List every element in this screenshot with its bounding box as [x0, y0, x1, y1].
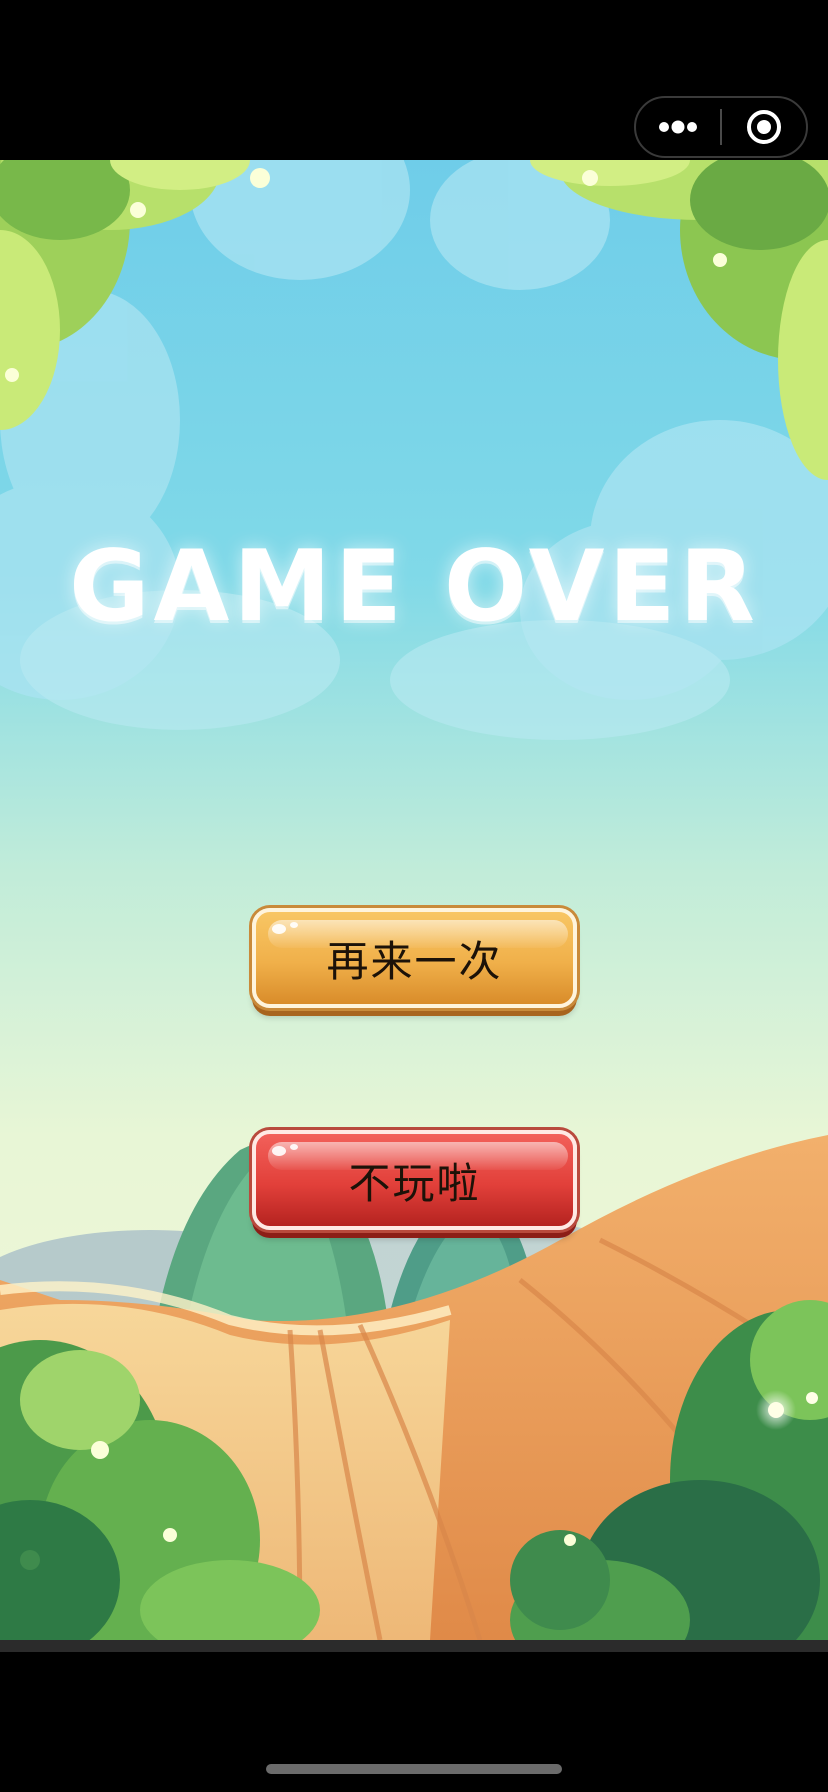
more-dots-icon: [659, 120, 697, 134]
quit-button[interactable]: 不玩啦: [252, 1130, 577, 1230]
quit-button-label: 不玩啦: [348, 1158, 481, 1208]
bottom-divider: [0, 1640, 828, 1652]
game-over-title: GAME OVER: [69, 530, 759, 644]
scenery-background: [0, 160, 828, 1640]
retry-button-label: 再来一次: [326, 936, 503, 986]
retry-button[interactable]: 再来一次: [252, 908, 577, 1008]
target-record-icon: [747, 110, 781, 144]
close-button[interactable]: [722, 98, 806, 156]
more-button[interactable]: [636, 98, 720, 156]
gloss-highlight: [290, 1144, 298, 1150]
gloss-highlight: [290, 922, 298, 928]
gloss-highlight: [272, 924, 286, 934]
gloss-highlight: [272, 1146, 286, 1156]
game-canvas: GAME OVER 再来一次 不玩啦: [0, 160, 828, 1640]
mini-program-capsule: [634, 96, 808, 158]
home-indicator[interactable]: [266, 1764, 562, 1774]
